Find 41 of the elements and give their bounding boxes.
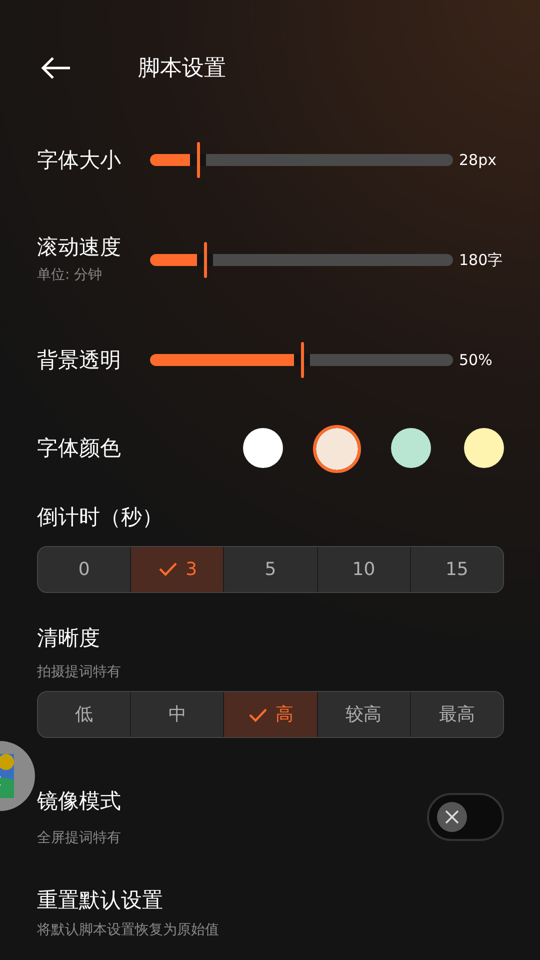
mirror-toggle[interactable] bbox=[427, 793, 504, 842]
slider-thumb[interactable] bbox=[300, 342, 304, 378]
slider-value: 28px bbox=[459, 150, 496, 171]
slider-label: 字体大小 bbox=[37, 146, 122, 174]
segment-option[interactable]: 最高 bbox=[410, 692, 503, 737]
slider-thumb[interactable] bbox=[197, 142, 200, 178]
back-arrow-icon[interactable] bbox=[40, 56, 72, 80]
color-swatch[interactable] bbox=[391, 428, 431, 468]
color-swatch[interactable] bbox=[464, 428, 504, 468]
slider-hint: 单位: 分钟 bbox=[37, 266, 104, 285]
segment-option[interactable]: 5 bbox=[223, 546, 317, 592]
page-title: 脚本设置 bbox=[138, 54, 226, 82]
slider-value: 50% bbox=[459, 350, 492, 371]
slider-label: 背景透明 bbox=[37, 346, 122, 374]
countdown-label: 倒计时（秒） bbox=[37, 504, 164, 531]
segment-option[interactable]: 15 bbox=[410, 546, 503, 592]
reset-hint: 将默认脚本设置恢复为原始值 bbox=[37, 921, 220, 940]
segment-option[interactable]: 0 bbox=[38, 546, 130, 592]
slider[interactable] bbox=[150, 242, 453, 278]
mirror-label: 镜像模式 bbox=[37, 788, 121, 815]
check-icon bbox=[158, 561, 178, 577]
clarity-hint: 拍摄提词特有 bbox=[37, 663, 122, 682]
segment-option[interactable]: 10 bbox=[316, 546, 410, 592]
segment-option[interactable]: 高 bbox=[223, 692, 317, 737]
mirror-hint: 全屏提词特有 bbox=[37, 828, 121, 848]
slider-thumb[interactable] bbox=[204, 242, 207, 278]
slider[interactable] bbox=[150, 142, 453, 178]
segment-option[interactable]: 低 bbox=[38, 692, 130, 737]
check-icon bbox=[248, 706, 268, 722]
slider-label: 滚动速度 bbox=[37, 234, 122, 261]
floating-image-icon[interactable] bbox=[0, 740, 36, 812]
reset-label[interactable]: 重置默认设置 bbox=[37, 884, 540, 916]
color-swatch[interactable] bbox=[243, 428, 283, 468]
slider-value: 180字 bbox=[459, 250, 503, 271]
close-icon bbox=[445, 810, 459, 824]
clarity-label: 清晰度 bbox=[37, 624, 101, 652]
segment-option[interactable]: 3 bbox=[130, 546, 224, 592]
color-swatch[interactable] bbox=[316, 428, 358, 470]
segment-option[interactable]: 较高 bbox=[316, 692, 410, 737]
font-color-label: 字体颜色 bbox=[37, 435, 122, 462]
slider[interactable] bbox=[150, 342, 453, 378]
